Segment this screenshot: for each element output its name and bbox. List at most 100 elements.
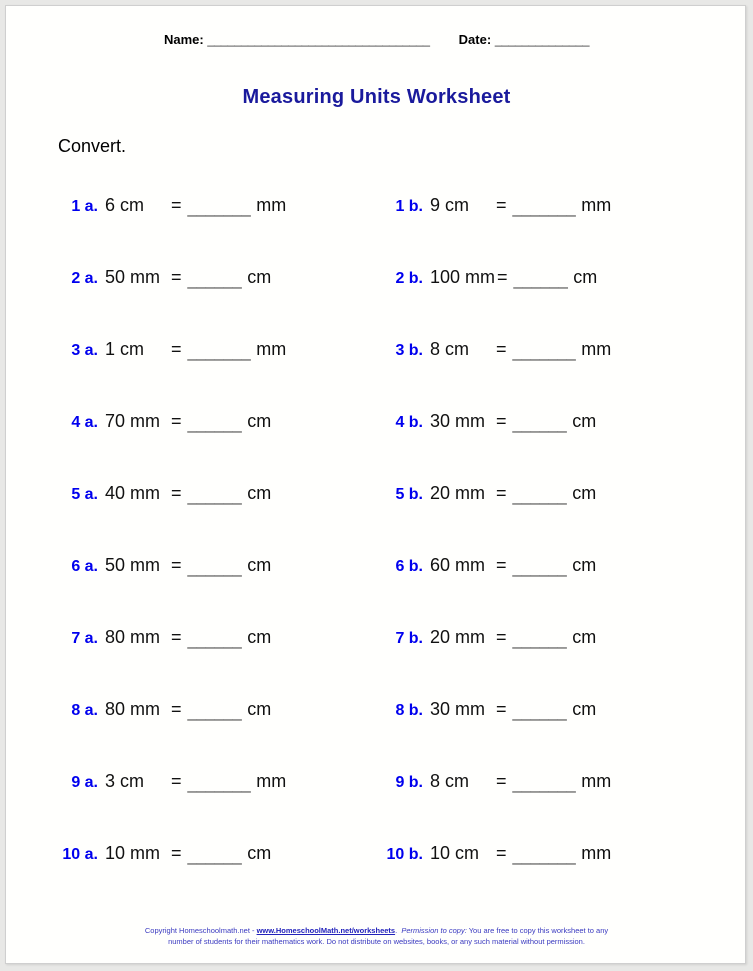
problems-grid: 1 a. 6 cm = _______ mm 1 b. 9 cm = _______ mm 2 … bbox=[6, 194, 747, 914]
problem-unit: cm bbox=[247, 627, 272, 647]
problem-label: 3 a. bbox=[71, 342, 98, 359]
equals-sign: = bbox=[171, 627, 182, 647]
problem-unit: mm bbox=[581, 771, 612, 791]
problem-unit: mm bbox=[581, 195, 612, 215]
problem-label: 9 a. bbox=[71, 774, 98, 791]
problem-unit: mm bbox=[256, 195, 287, 215]
equals-sign: = bbox=[496, 411, 507, 431]
equals-sign: = bbox=[171, 843, 182, 863]
answer-blank[interactable]: _______ bbox=[513, 197, 576, 219]
problem-value: 8 cm bbox=[430, 771, 470, 791]
problem-item: 5 b. 20 mm = ______ cm bbox=[383, 482, 596, 506]
answer-blank[interactable]: _______ bbox=[513, 773, 576, 795]
problem-expression: 70 mm = ______ cm bbox=[105, 410, 271, 433]
problem-value: 1 cm bbox=[105, 339, 145, 359]
answer-blank[interactable]: _______ bbox=[513, 845, 576, 867]
answer-blank[interactable]: ______ bbox=[188, 557, 242, 579]
answer-blank[interactable]: ______ bbox=[513, 557, 567, 579]
equals-sign: = bbox=[171, 699, 182, 719]
problem-value: 50 mm bbox=[105, 555, 161, 575]
answer-blank[interactable]: ______ bbox=[513, 701, 567, 723]
problem-expression: 50 mm = ______ cm bbox=[105, 266, 271, 289]
date-fill-line[interactable]: ______________ bbox=[495, 32, 590, 47]
problem-label: 2 a. bbox=[71, 270, 98, 287]
equals-sign: = bbox=[496, 627, 507, 647]
problem-unit: cm bbox=[247, 555, 272, 575]
problem-value: 20 mm bbox=[430, 627, 486, 647]
problem-label: 9 b. bbox=[395, 774, 423, 791]
problem-value: 9 cm bbox=[430, 195, 470, 215]
problem-label: 6 a. bbox=[71, 558, 98, 575]
equals-sign: = bbox=[171, 555, 182, 575]
problem-unit: cm bbox=[573, 267, 598, 287]
answer-blank[interactable]: ______ bbox=[188, 701, 242, 723]
problem-item: 7 b. 20 mm = ______ cm bbox=[383, 626, 596, 650]
answer-blank[interactable]: ______ bbox=[188, 269, 242, 291]
answer-blank[interactable]: _______ bbox=[513, 341, 576, 363]
problem-item: 10 b. 10 cm = _______ mm bbox=[383, 842, 612, 867]
problem-value: 10 cm bbox=[430, 843, 480, 863]
homeschoolmath-link[interactable]: www.HomeschoolMath.net/worksheets bbox=[257, 926, 396, 935]
problem-item: 4 a. 70 mm = ______ cm bbox=[58, 410, 271, 434]
answer-blank[interactable]: ______ bbox=[513, 413, 567, 435]
footer-permission-text: You are free to copy this worksheet to a… bbox=[466, 926, 609, 935]
equals-sign: = bbox=[171, 483, 182, 503]
problem-value: 20 mm bbox=[430, 483, 486, 503]
page-title: Measuring Units Worksheet bbox=[242, 86, 511, 108]
equals-sign: = bbox=[496, 771, 507, 791]
problem-unit: cm bbox=[572, 411, 597, 431]
answer-blank[interactable]: ______ bbox=[188, 629, 242, 651]
problem-unit: cm bbox=[247, 267, 272, 287]
answer-blank[interactable]: ______ bbox=[513, 485, 567, 507]
problem-value: 30 mm bbox=[430, 411, 486, 431]
instruction-text: Convert. bbox=[58, 136, 127, 156]
problem-item: 2 a. 50 mm = ______ cm bbox=[58, 266, 271, 290]
problem-value: 8 cm bbox=[430, 339, 470, 359]
problem-value: 6 cm bbox=[105, 195, 145, 215]
problem-label: 4 b. bbox=[395, 414, 423, 431]
problem-expression: 30 mm = ______ cm bbox=[430, 410, 596, 433]
problem-label: 5 a. bbox=[71, 486, 98, 503]
problem-item: 3 b. 8 cm = _______ mm bbox=[383, 338, 611, 362]
answer-blank[interactable]: ______ bbox=[188, 413, 242, 435]
date-label: Date: bbox=[458, 32, 492, 47]
problem-expression: 3 cm = _______ mm bbox=[105, 770, 286, 793]
problem-row: 1 a. 6 cm = _______ mm 1 b. 9 cm = _______ mm bbox=[6, 194, 747, 266]
problem-row: 2 a. 50 mm = ______ cm 2 b. 100 mm = ______ cm bbox=[6, 266, 747, 338]
problem-row: 3 a. 1 cm = _______ mm 3 b. 8 cm = _______ mm bbox=[6, 338, 747, 410]
problem-label: 2 b. bbox=[395, 270, 423, 287]
name-fill-line[interactable]: _________________________________ bbox=[207, 32, 430, 47]
problem-item: 5 a. 40 mm = ______ cm bbox=[58, 482, 271, 506]
problem-expression: 8 cm = _______ mm bbox=[430, 770, 611, 793]
footer-copyright-text: Copyright Homeschoolmath.net - bbox=[144, 926, 257, 935]
answer-blank[interactable]: ______ bbox=[188, 845, 242, 867]
equals-sign: = bbox=[496, 699, 507, 719]
answer-blank[interactable]: ______ bbox=[513, 629, 567, 651]
equals-sign: = bbox=[171, 195, 182, 215]
answer-blank[interactable]: ______ bbox=[188, 485, 242, 507]
problem-expression: 6 cm = _______ mm bbox=[105, 194, 286, 217]
problem-row: 7 a. 80 mm = ______ cm 7 b. 20 mm = ______ cm bbox=[6, 626, 747, 698]
problem-item: 9 a. 3 cm = _______ mm bbox=[58, 770, 286, 794]
answer-blank[interactable]: _______ bbox=[188, 197, 251, 219]
problem-expression: 9 cm = _______ mm bbox=[430, 194, 611, 217]
answer-blank[interactable]: ______ bbox=[514, 269, 568, 291]
problem-value: 70 mm bbox=[105, 411, 161, 431]
problem-item: 8 a. 80 mm = ______ cm bbox=[58, 698, 271, 722]
problem-row: 9 a. 3 cm = _______ mm 9 b. 8 cm = _______ mm bbox=[6, 770, 747, 842]
problem-value: 3 cm bbox=[105, 771, 145, 791]
equals-sign: = bbox=[496, 843, 507, 863]
problem-item: 1 b. 9 cm = _______ mm bbox=[383, 194, 611, 218]
problem-expression: 1 cm = _______ mm bbox=[105, 338, 286, 361]
equals-sign: = bbox=[496, 339, 507, 359]
answer-blank[interactable]: _______ bbox=[188, 773, 251, 795]
problem-value: 100 mm bbox=[430, 267, 496, 287]
problem-item: 9 b. 8 cm = _______ mm bbox=[383, 770, 611, 794]
problem-item: 3 a. 1 cm = _______ mm bbox=[58, 338, 286, 362]
problem-value: 80 mm bbox=[105, 627, 161, 647]
answer-blank[interactable]: _______ bbox=[188, 341, 251, 363]
equals-sign: = bbox=[171, 771, 182, 791]
problem-unit: cm bbox=[247, 483, 272, 503]
footer-permission-label: Permission to copy: bbox=[401, 926, 467, 935]
problem-value: 50 mm bbox=[105, 267, 161, 287]
